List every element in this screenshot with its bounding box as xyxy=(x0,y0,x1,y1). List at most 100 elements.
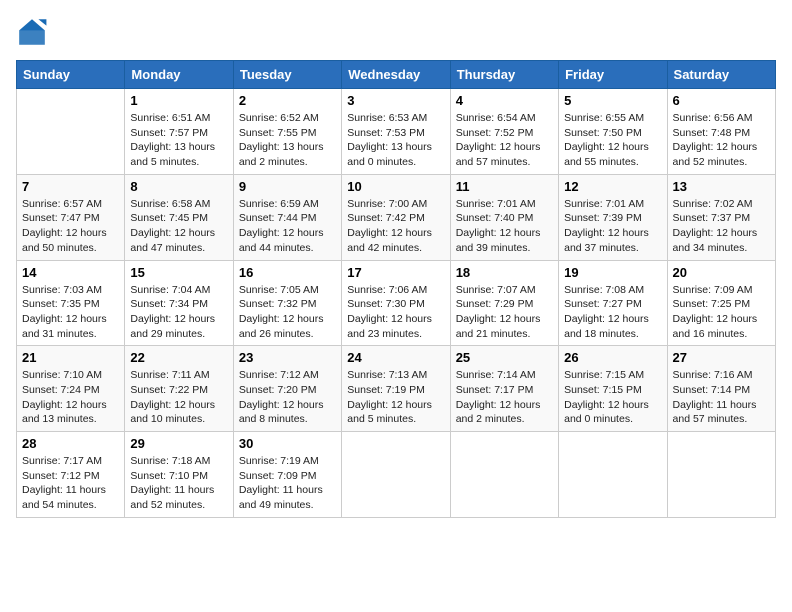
calendar-cell: 17 Sunrise: 7:06 AMSunset: 7:30 PMDaylig… xyxy=(342,260,450,346)
day-number: 3 xyxy=(347,93,444,108)
day-number: 5 xyxy=(564,93,661,108)
day-info: Sunrise: 6:56 AMSunset: 7:48 PMDaylight:… xyxy=(673,111,770,170)
day-number: 26 xyxy=(564,350,661,365)
day-info: Sunrise: 7:17 AMSunset: 7:12 PMDaylight:… xyxy=(22,454,119,513)
calendar-cell: 14 Sunrise: 7:03 AMSunset: 7:35 PMDaylig… xyxy=(17,260,125,346)
calendar-table: SundayMondayTuesdayWednesdayThursdayFrid… xyxy=(16,60,776,518)
day-number: 8 xyxy=(130,179,227,194)
calendar-cell: 24 Sunrise: 7:13 AMSunset: 7:19 PMDaylig… xyxy=(342,346,450,432)
day-info: Sunrise: 7:09 AMSunset: 7:25 PMDaylight:… xyxy=(673,283,770,342)
calendar-cell: 12 Sunrise: 7:01 AMSunset: 7:39 PMDaylig… xyxy=(559,174,667,260)
day-info: Sunrise: 6:52 AMSunset: 7:55 PMDaylight:… xyxy=(239,111,336,170)
day-number: 2 xyxy=(239,93,336,108)
calendar-cell: 5 Sunrise: 6:55 AMSunset: 7:50 PMDayligh… xyxy=(559,89,667,175)
weekday-header: Saturday xyxy=(667,61,775,89)
day-info: Sunrise: 7:12 AMSunset: 7:20 PMDaylight:… xyxy=(239,368,336,427)
calendar-cell: 26 Sunrise: 7:15 AMSunset: 7:15 PMDaylig… xyxy=(559,346,667,432)
day-info: Sunrise: 7:11 AMSunset: 7:22 PMDaylight:… xyxy=(130,368,227,427)
day-number: 25 xyxy=(456,350,553,365)
weekday-header: Friday xyxy=(559,61,667,89)
day-number: 30 xyxy=(239,436,336,451)
calendar-cell xyxy=(559,432,667,518)
weekday-header: Sunday xyxy=(17,61,125,89)
day-number: 29 xyxy=(130,436,227,451)
day-info: Sunrise: 7:19 AMSunset: 7:09 PMDaylight:… xyxy=(239,454,336,513)
weekday-header: Thursday xyxy=(450,61,558,89)
day-number: 24 xyxy=(347,350,444,365)
day-info: Sunrise: 7:00 AMSunset: 7:42 PMDaylight:… xyxy=(347,197,444,256)
calendar-cell: 16 Sunrise: 7:05 AMSunset: 7:32 PMDaylig… xyxy=(233,260,341,346)
calendar-cell: 4 Sunrise: 6:54 AMSunset: 7:52 PMDayligh… xyxy=(450,89,558,175)
calendar-cell xyxy=(17,89,125,175)
day-info: Sunrise: 6:55 AMSunset: 7:50 PMDaylight:… xyxy=(564,111,661,170)
weekday-header: Monday xyxy=(125,61,233,89)
day-info: Sunrise: 7:16 AMSunset: 7:14 PMDaylight:… xyxy=(673,368,770,427)
calendar-cell xyxy=(342,432,450,518)
day-number: 19 xyxy=(564,265,661,280)
calendar-cell xyxy=(667,432,775,518)
calendar-cell: 27 Sunrise: 7:16 AMSunset: 7:14 PMDaylig… xyxy=(667,346,775,432)
day-info: Sunrise: 7:18 AMSunset: 7:10 PMDaylight:… xyxy=(130,454,227,513)
day-number: 4 xyxy=(456,93,553,108)
day-info: Sunrise: 7:10 AMSunset: 7:24 PMDaylight:… xyxy=(22,368,119,427)
day-number: 20 xyxy=(673,265,770,280)
calendar-cell: 13 Sunrise: 7:02 AMSunset: 7:37 PMDaylig… xyxy=(667,174,775,260)
calendar-cell: 21 Sunrise: 7:10 AMSunset: 7:24 PMDaylig… xyxy=(17,346,125,432)
day-info: Sunrise: 7:08 AMSunset: 7:27 PMDaylight:… xyxy=(564,283,661,342)
logo-icon xyxy=(16,16,48,48)
day-info: Sunrise: 6:51 AMSunset: 7:57 PMDaylight:… xyxy=(130,111,227,170)
day-number: 22 xyxy=(130,350,227,365)
day-number: 6 xyxy=(673,93,770,108)
calendar-cell: 1 Sunrise: 6:51 AMSunset: 7:57 PMDayligh… xyxy=(125,89,233,175)
day-number: 14 xyxy=(22,265,119,280)
day-info: Sunrise: 7:03 AMSunset: 7:35 PMDaylight:… xyxy=(22,283,119,342)
day-number: 13 xyxy=(673,179,770,194)
day-number: 16 xyxy=(239,265,336,280)
calendar-cell: 22 Sunrise: 7:11 AMSunset: 7:22 PMDaylig… xyxy=(125,346,233,432)
calendar-cell: 8 Sunrise: 6:58 AMSunset: 7:45 PMDayligh… xyxy=(125,174,233,260)
day-info: Sunrise: 6:57 AMSunset: 7:47 PMDaylight:… xyxy=(22,197,119,256)
day-number: 11 xyxy=(456,179,553,194)
calendar-cell: 2 Sunrise: 6:52 AMSunset: 7:55 PMDayligh… xyxy=(233,89,341,175)
day-number: 15 xyxy=(130,265,227,280)
day-number: 12 xyxy=(564,179,661,194)
calendar-cell: 25 Sunrise: 7:14 AMSunset: 7:17 PMDaylig… xyxy=(450,346,558,432)
calendar-cell: 9 Sunrise: 6:59 AMSunset: 7:44 PMDayligh… xyxy=(233,174,341,260)
day-info: Sunrise: 7:07 AMSunset: 7:29 PMDaylight:… xyxy=(456,283,553,342)
day-info: Sunrise: 6:54 AMSunset: 7:52 PMDaylight:… xyxy=(456,111,553,170)
day-info: Sunrise: 7:05 AMSunset: 7:32 PMDaylight:… xyxy=(239,283,336,342)
day-number: 23 xyxy=(239,350,336,365)
weekday-header: Wednesday xyxy=(342,61,450,89)
calendar-cell: 10 Sunrise: 7:00 AMSunset: 7:42 PMDaylig… xyxy=(342,174,450,260)
day-number: 28 xyxy=(22,436,119,451)
day-number: 9 xyxy=(239,179,336,194)
day-number: 21 xyxy=(22,350,119,365)
calendar-cell: 20 Sunrise: 7:09 AMSunset: 7:25 PMDaylig… xyxy=(667,260,775,346)
day-info: Sunrise: 6:53 AMSunset: 7:53 PMDaylight:… xyxy=(347,111,444,170)
day-info: Sunrise: 6:59 AMSunset: 7:44 PMDaylight:… xyxy=(239,197,336,256)
day-number: 1 xyxy=(130,93,227,108)
day-number: 17 xyxy=(347,265,444,280)
day-number: 18 xyxy=(456,265,553,280)
calendar-cell: 6 Sunrise: 6:56 AMSunset: 7:48 PMDayligh… xyxy=(667,89,775,175)
calendar-cell: 7 Sunrise: 6:57 AMSunset: 7:47 PMDayligh… xyxy=(17,174,125,260)
calendar-cell: 3 Sunrise: 6:53 AMSunset: 7:53 PMDayligh… xyxy=(342,89,450,175)
day-info: Sunrise: 7:02 AMSunset: 7:37 PMDaylight:… xyxy=(673,197,770,256)
calendar-cell: 11 Sunrise: 7:01 AMSunset: 7:40 PMDaylig… xyxy=(450,174,558,260)
calendar-cell: 28 Sunrise: 7:17 AMSunset: 7:12 PMDaylig… xyxy=(17,432,125,518)
day-info: Sunrise: 7:04 AMSunset: 7:34 PMDaylight:… xyxy=(130,283,227,342)
day-number: 27 xyxy=(673,350,770,365)
day-number: 7 xyxy=(22,179,119,194)
day-info: Sunrise: 7:01 AMSunset: 7:40 PMDaylight:… xyxy=(456,197,553,256)
day-info: Sunrise: 7:13 AMSunset: 7:19 PMDaylight:… xyxy=(347,368,444,427)
weekday-header: Tuesday xyxy=(233,61,341,89)
calendar-cell: 19 Sunrise: 7:08 AMSunset: 7:27 PMDaylig… xyxy=(559,260,667,346)
day-info: Sunrise: 7:06 AMSunset: 7:30 PMDaylight:… xyxy=(347,283,444,342)
calendar-cell: 30 Sunrise: 7:19 AMSunset: 7:09 PMDaylig… xyxy=(233,432,341,518)
day-info: Sunrise: 6:58 AMSunset: 7:45 PMDaylight:… xyxy=(130,197,227,256)
logo xyxy=(16,16,52,48)
calendar-cell: 23 Sunrise: 7:12 AMSunset: 7:20 PMDaylig… xyxy=(233,346,341,432)
day-info: Sunrise: 7:15 AMSunset: 7:15 PMDaylight:… xyxy=(564,368,661,427)
day-info: Sunrise: 7:01 AMSunset: 7:39 PMDaylight:… xyxy=(564,197,661,256)
page-header xyxy=(16,16,776,48)
